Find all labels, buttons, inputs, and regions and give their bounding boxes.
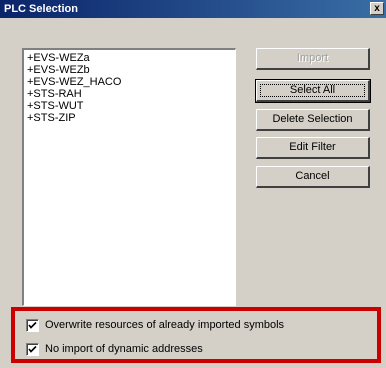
select-all-button[interactable]: Select All xyxy=(255,79,371,103)
list-item[interactable]: +STS-WUT xyxy=(27,100,235,112)
plc-selection-dialog: PLC Selection x +EVS-WEZa +EVS-WEZb +EVS… xyxy=(0,0,386,368)
list-item[interactable]: +EVS-WEZb xyxy=(27,64,235,76)
close-icon: x xyxy=(374,3,380,14)
overwrite-resources-label: Overwrite resources of already imported … xyxy=(45,319,285,331)
no-dynamic-import-option[interactable]: No import of dynamic addresses xyxy=(26,342,203,356)
close-button[interactable]: x xyxy=(370,2,384,15)
checkmark-icon xyxy=(28,345,37,353)
edit-filter-button[interactable]: Edit Filter xyxy=(256,137,370,159)
list-item[interactable]: +STS-ZIP xyxy=(27,112,235,124)
delete-selection-button[interactable]: Delete Selection xyxy=(256,109,370,131)
list-item[interactable]: +EVS-WEZa xyxy=(27,52,235,64)
cancel-button[interactable]: Cancel xyxy=(256,166,370,188)
overwrite-resources-checkbox[interactable] xyxy=(26,318,39,332)
title-bar: PLC Selection x xyxy=(0,0,386,18)
plc-listbox[interactable]: +EVS-WEZa +EVS-WEZb +EVS-WEZ_HACO +STS-R… xyxy=(22,48,236,306)
import-button[interactable]: Import xyxy=(256,48,370,70)
no-dynamic-import-checkbox[interactable] xyxy=(26,342,39,356)
window-title: PLC Selection xyxy=(4,3,78,15)
focus-rect xyxy=(260,84,365,97)
no-dynamic-import-label: No import of dynamic addresses xyxy=(45,343,203,355)
list-item[interactable]: +EVS-WEZ_HACO xyxy=(27,76,235,88)
checkmark-icon xyxy=(28,321,37,329)
overwrite-resources-option[interactable]: Overwrite resources of already imported … xyxy=(26,318,284,332)
list-item[interactable]: +STS-RAH xyxy=(27,88,235,100)
